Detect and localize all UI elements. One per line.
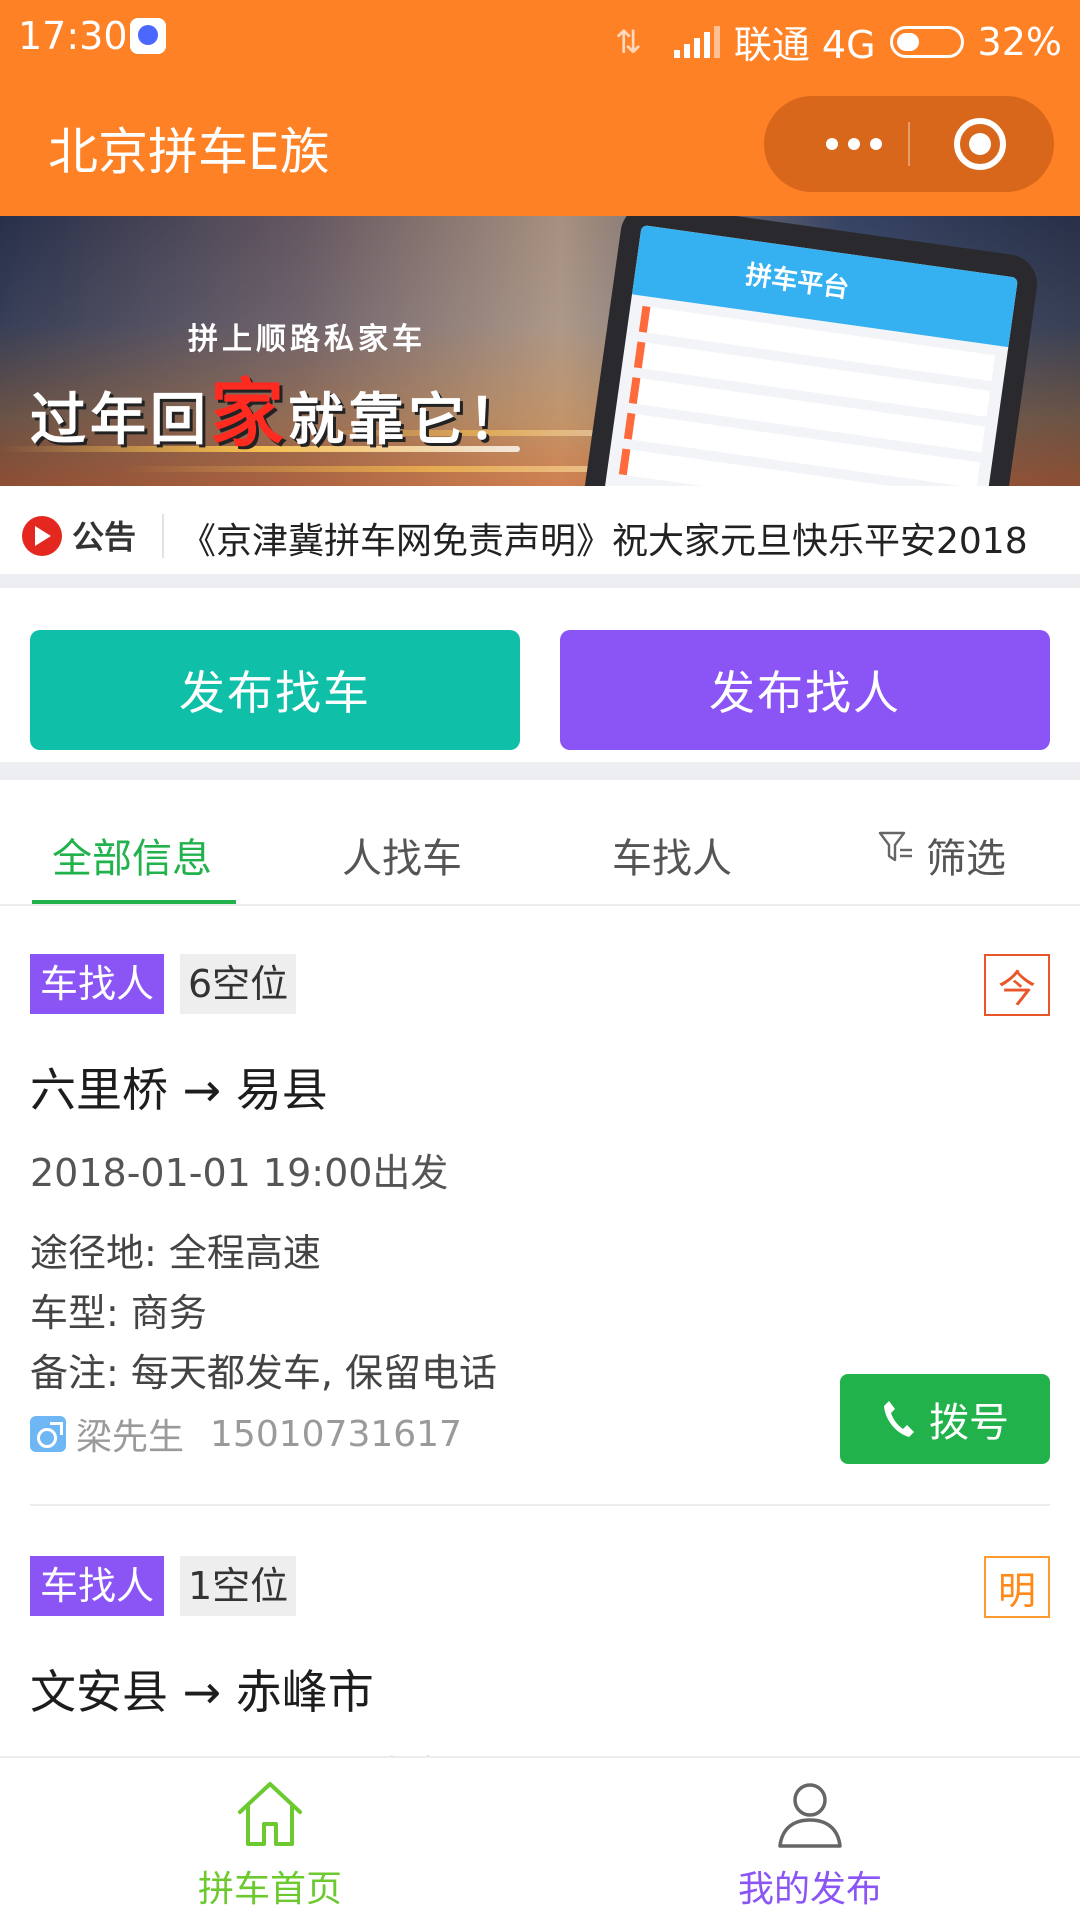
top-bar: 17:30 ⇅ 联通 4G 32% 北京拼车E族 [0, 0, 1080, 216]
route: 六里桥 → 易县 [30, 1063, 328, 1117]
departure-time: 2018-01-02 07:10出发 [30, 1744, 448, 1756]
miniprogram-capsule [764, 96, 1054, 192]
list-item[interactable]: 车找人 6空位 今 六里桥 → 易县 2018-01-01 19:00出发 途径… [30, 954, 1050, 1514]
male-icon [30, 1416, 66, 1452]
contact-info: 梁先生 15010731617 [30, 1413, 462, 1458]
remark-info: 备注: 每天都发车, 保留电话 [30, 1351, 498, 1395]
user-icon [778, 1783, 842, 1848]
nav-home[interactable]: 拼车首页 [0, 1758, 540, 1920]
promo-banner[interactable]: 拼车平台 拼上顺路私家车 过年回家就靠它！ [0, 216, 1080, 486]
seats-tag: 1空位 [180, 1556, 297, 1616]
departure-time: 2018-01-01 19:00出发 [30, 1151, 449, 1195]
battery-icon [889, 25, 964, 58]
qq-notification-icon [130, 18, 166, 54]
call-button[interactable]: 拨号 [840, 1374, 1050, 1464]
banner-subtitle: 拼上顺路私家车 [188, 322, 426, 357]
nav-home-label: 拼车首页 [197, 1869, 342, 1910]
contact-phone: 15010731617 [210, 1413, 462, 1455]
bottom-nav: 拼车首页 我的发布 [0, 1756, 1080, 1920]
active-tab-indicator [32, 900, 236, 904]
publish-find-person-button[interactable]: 发布找人 [560, 630, 1050, 750]
close-miniprogram-icon[interactable] [954, 118, 1006, 170]
publish-actions: 发布找车 发布找人 [0, 602, 1080, 780]
tab-person-find-car[interactable]: 人找车 [342, 826, 462, 884]
car-type-info: 车型: 商务 [30, 1291, 207, 1335]
banner-headline: 过年回家就靠它！ [30, 371, 528, 457]
phone-icon [884, 1401, 914, 1437]
call-button-label: 拨号 [929, 1400, 1009, 1446]
notice-bar[interactable]: 公告 《京津冀拼车网免责声明》祝大家元旦快乐平安2018 [0, 486, 1080, 588]
signal-icon [673, 25, 720, 58]
tab-all[interactable]: 全部信息 [52, 826, 212, 884]
announcement-icon [22, 516, 62, 556]
contact-name: 梁先生 [76, 1417, 185, 1458]
data-arrows-icon: ⇅ [615, 22, 642, 61]
via-info: 途径地: 全程高速 [30, 1231, 321, 1275]
more-options-icon[interactable] [804, 96, 904, 192]
listing-list: 车找人 6空位 今 六里桥 → 易县 2018-01-01 19:00出发 途径… [0, 906, 1080, 1756]
listing-type-tag: 车找人 [30, 1556, 165, 1616]
status-right: ⇅ 联通 4G 32% [615, 14, 1062, 69]
listing-type-tag: 车找人 [30, 954, 165, 1014]
notice-text[interactable]: 《京津冀拼车网免责声明》祝大家元旦快乐平安2018 [180, 512, 1028, 564]
page-title: 北京拼车E族 [48, 123, 330, 181]
filter-tabs: 全部信息 人找车 车找人 筛选 [0, 798, 1080, 906]
status-bar: 17:30 ⇅ 联通 4G 32% [0, 0, 1080, 76]
day-badge: 今 [984, 954, 1050, 1016]
notice-label: 公告 [72, 518, 137, 556]
day-badge: 明 [984, 1556, 1050, 1618]
nav-mine-label: 我的发布 [737, 1869, 882, 1910]
nav-mine[interactable]: 我的发布 [540, 1758, 1080, 1920]
tab-filter[interactable]: 筛选 [926, 826, 1006, 884]
route: 文安县 → 赤峰市 [30, 1665, 374, 1719]
publish-find-car-button[interactable]: 发布找车 [30, 630, 520, 750]
battery-percent: 32% [977, 19, 1062, 64]
seats-tag: 6空位 [180, 954, 297, 1014]
list-divider [30, 1504, 1050, 1506]
carrier-label: 联通 4G [733, 23, 876, 67]
notice-divider [162, 514, 164, 558]
list-item[interactable]: 车找人 1空位 明 文安县 → 赤峰市 2018-01-02 07:10出发 [30, 1556, 1050, 1756]
capsule-divider [908, 122, 910, 166]
filter-icon[interactable] [878, 830, 914, 866]
home-icon [238, 1782, 302, 1846]
banner-phone-image: 拼车平台 [579, 216, 1041, 486]
tab-car-find-person[interactable]: 车找人 [612, 826, 732, 884]
status-time: 17:30 [18, 14, 128, 58]
